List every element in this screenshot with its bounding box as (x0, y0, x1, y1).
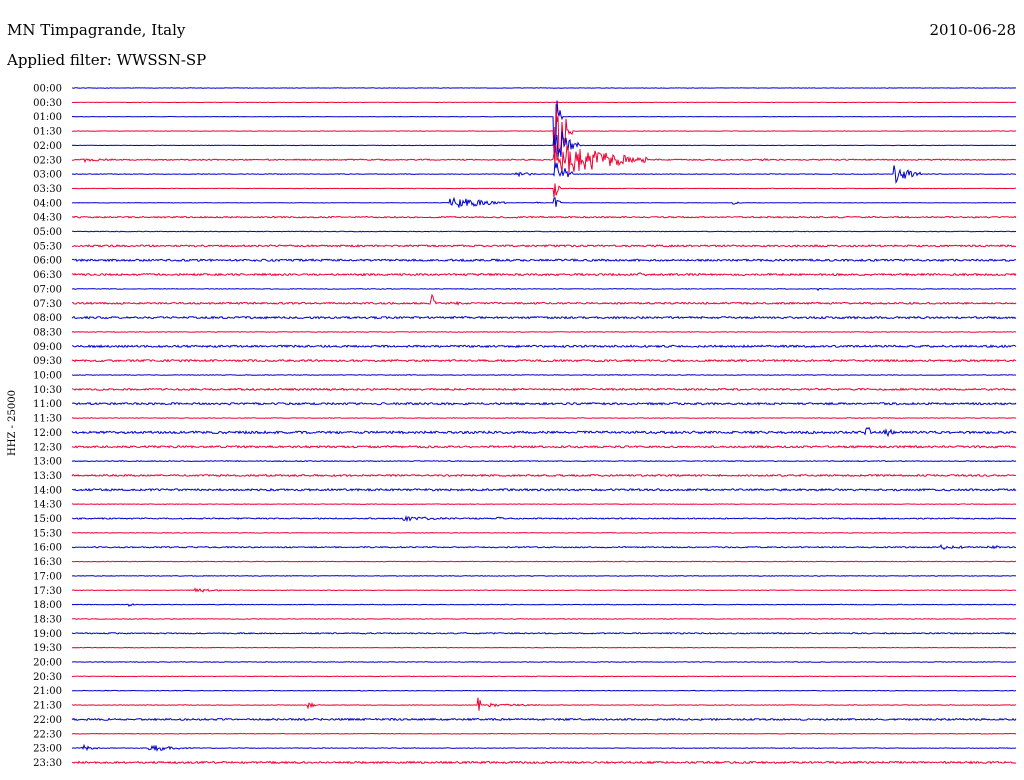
time-label: 12:00 (33, 428, 62, 439)
trace-line (71, 515, 1017, 523)
time-label: 07:00 (33, 284, 62, 295)
time-label: 08:30 (33, 327, 62, 338)
trace-line (72, 503, 1017, 505)
time-label: 17:30 (33, 586, 62, 597)
time-label: 13:00 (33, 457, 62, 468)
trace-line (71, 288, 1017, 292)
time-label: 21:00 (33, 686, 62, 697)
trace-line (71, 460, 1017, 463)
time-label: 10:30 (33, 385, 62, 396)
time-label: 01:00 (33, 112, 62, 123)
time-label: 05:30 (33, 241, 62, 252)
time-label: 18:30 (33, 614, 62, 625)
trace-line (71, 258, 1017, 263)
time-label: 07:30 (33, 299, 62, 310)
trace-line (71, 374, 1016, 376)
time-label: 13:30 (33, 471, 62, 482)
trace-line (71, 732, 1017, 735)
trace-line (71, 331, 1017, 333)
time-label: 09:00 (33, 342, 62, 353)
trace-line (71, 717, 1017, 722)
time-label: 19:00 (33, 629, 62, 640)
time-label: 14:00 (33, 485, 62, 496)
trace-line (71, 358, 1017, 363)
time-label: 05:00 (33, 227, 62, 238)
time-label: 03:30 (33, 184, 62, 195)
trace-line (71, 603, 1017, 608)
trace-line (71, 344, 1017, 349)
time-label: 00:00 (33, 84, 62, 95)
time-label: 23:00 (33, 744, 62, 755)
trace-line (71, 272, 1017, 277)
time-label: 14:30 (33, 500, 62, 511)
time-label: 16:30 (33, 557, 62, 568)
time-label: 11:30 (33, 414, 62, 425)
time-label: 10:00 (33, 371, 62, 382)
time-label: 17:00 (33, 571, 62, 582)
time-label: 04:00 (33, 198, 62, 209)
time-label: 19:30 (33, 643, 62, 654)
time-label: 06:00 (33, 256, 62, 267)
trace-line (71, 560, 1017, 563)
time-label: 12:30 (33, 442, 62, 453)
y-axis-label-group: HHZ - 25000 (7, 390, 18, 456)
trace-line (71, 473, 1016, 478)
trace-line (71, 215, 1017, 219)
time-label: 20:30 (33, 672, 62, 683)
trace-line (71, 417, 1017, 419)
time-label: 04:30 (33, 213, 62, 224)
trace-line (71, 587, 1017, 593)
trace-line (71, 244, 1017, 248)
trace-line (71, 387, 1017, 392)
time-label: 23:30 (33, 758, 62, 769)
time-label: 03:00 (33, 170, 62, 181)
time-label: 16:00 (33, 543, 62, 554)
trace-line (71, 575, 1017, 577)
time-label: 11:00 (33, 399, 62, 410)
trace-line (71, 444, 1017, 449)
time-label: 00:30 (33, 98, 62, 109)
y-axis-label: HHZ - 25000 (7, 390, 18, 456)
time-label: 09:30 (33, 356, 62, 367)
trace-line (71, 743, 1017, 752)
trace-line (71, 760, 1017, 765)
time-label: 20:00 (33, 658, 62, 669)
time-label: 21:30 (33, 701, 62, 712)
trace-line (72, 675, 1017, 678)
time-label: 22:30 (33, 729, 62, 740)
time-label: 15:30 (33, 528, 62, 539)
trace-line (71, 487, 1017, 492)
trace-line (71, 144, 1017, 174)
time-label: 02:30 (33, 155, 62, 166)
trace-line (71, 618, 1017, 620)
trace-line (71, 100, 1017, 155)
trace-line (71, 697, 1016, 711)
trace-line (71, 631, 1017, 635)
trace-line (71, 401, 1017, 406)
trace-line (71, 661, 1017, 663)
trace-line (71, 162, 1016, 184)
trace-line (71, 131, 1017, 158)
time-label: 18:00 (33, 600, 62, 611)
time-label: 22:00 (33, 715, 62, 726)
trace-line (72, 689, 1017, 692)
time-label: 02:00 (33, 141, 62, 152)
time-label: 01:30 (33, 127, 62, 138)
trace-line (72, 104, 1017, 166)
trace-line (71, 196, 1017, 208)
trace-line (71, 293, 1017, 306)
trace-line (72, 230, 1017, 233)
trace-line (71, 315, 1017, 320)
time-label: 08:00 (33, 313, 62, 324)
trace-line (71, 532, 1017, 534)
time-label: 15:00 (33, 514, 62, 525)
trace-line (71, 646, 1017, 649)
trace-line (71, 426, 1017, 438)
helicorder-plot: HHZ - 25000 00:00 00:30 01:00 01:30 02:00 02:… (7, 84, 1017, 769)
trace-line (71, 543, 1017, 551)
time-label: 06:30 (33, 270, 62, 281)
trace-line (71, 183, 1016, 198)
trace-rows: 00:00 00:30 01:00 01:30 02:00 02:30 03:00 03:30… (33, 84, 1017, 769)
